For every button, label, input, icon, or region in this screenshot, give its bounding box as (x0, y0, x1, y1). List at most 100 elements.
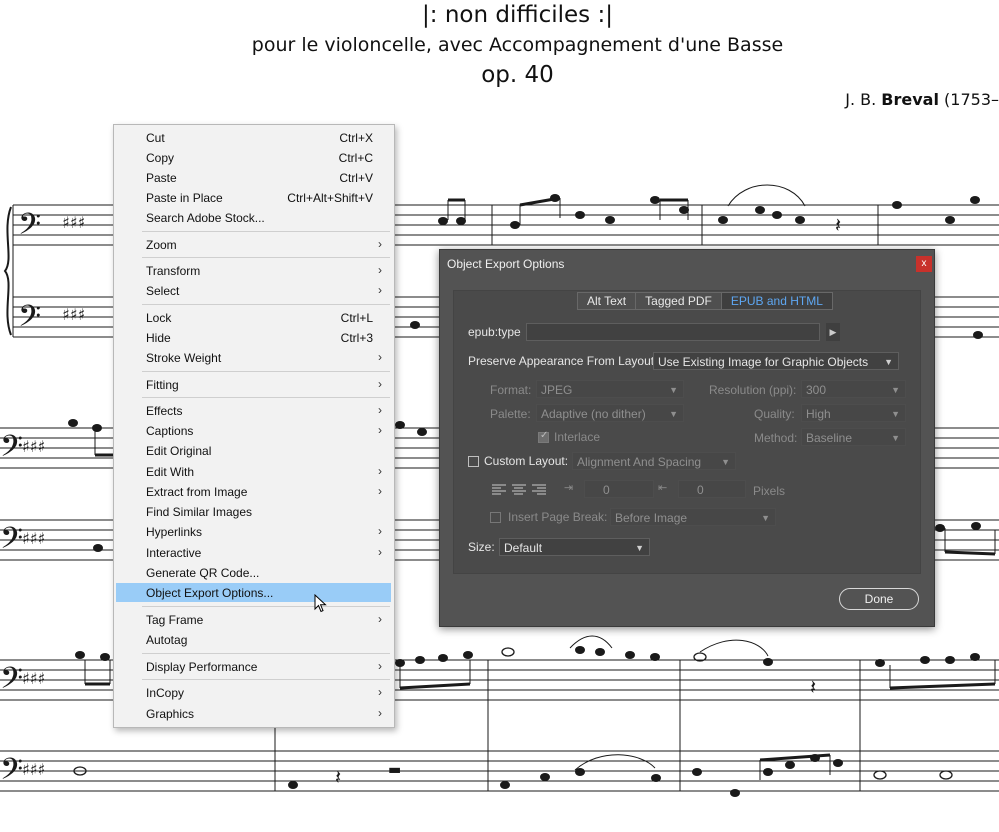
size-select[interactable]: Default ▼ (499, 538, 650, 556)
preserve-appearance-label: Preserve Appearance From Layout: (468, 354, 658, 368)
shortcut-label: Ctrl+V (339, 171, 373, 185)
done-button[interactable]: Done (839, 588, 919, 610)
palette-select[interactable]: Adaptive (no dither) ▼ (536, 404, 684, 422)
page-break-select[interactable]: Before Image ▼ (610, 508, 776, 526)
svg-text:𝄢: 𝄢 (18, 208, 41, 249)
menu-item-hyperlinks[interactable]: Hyperlinks › (116, 522, 391, 541)
menu-item-object-export-options[interactable]: Object Export Options... (116, 583, 391, 602)
composer-initials: J. B. (845, 90, 877, 109)
menu-item-graphics[interactable]: Graphics › (116, 704, 391, 723)
size-label: Size: (468, 540, 495, 554)
svg-text:𝄢: 𝄢 (0, 753, 23, 794)
interlace-checkbox[interactable] (538, 430, 549, 443)
tab-alt-text[interactable]: Alt Text (577, 292, 637, 310)
svg-text:♯♯♯: ♯♯♯ (22, 669, 45, 688)
menu-item-generate-qr-code[interactable]: Generate QR Code... (116, 563, 391, 582)
chevron-down-icon: ▼ (669, 409, 678, 419)
dialog-panel: Alt Text Tagged PDF EPUB and HTML epub:t… (453, 290, 921, 574)
menu-item-copy[interactable]: Copy Ctrl+C (116, 148, 391, 167)
align-center-icon[interactable] (512, 484, 526, 496)
menu-item-transform[interactable]: Transform › (116, 261, 391, 280)
composer-name: Breval (881, 90, 939, 109)
menu-item-find-similar-images[interactable]: Find Similar Images (116, 502, 391, 521)
shortcut-label: Ctrl+Alt+Shift+V (287, 191, 373, 205)
menu-item-autotag[interactable]: Autotag (116, 630, 391, 649)
epub-type-input[interactable] (526, 323, 820, 341)
svg-text:♯♯♯: ♯♯♯ (22, 760, 45, 779)
chevron-right-icon: › (378, 524, 382, 538)
chevron-right-icon: › (378, 403, 382, 417)
svg-text:𝄢: 𝄢 (0, 662, 23, 703)
custom-layout-label: Custom Layout: (484, 454, 569, 468)
menu-item-lock[interactable]: Lock Ctrl+L (116, 308, 391, 327)
menu-item-edit-original[interactable]: Edit Original (116, 441, 391, 460)
svg-text:𝄢: 𝄢 (0, 522, 23, 563)
menu-item-stroke-weight[interactable]: Stroke Weight › (116, 348, 391, 367)
mouse-cursor-icon (314, 594, 327, 613)
shortcut-label: Ctrl+C (338, 151, 373, 165)
close-icon[interactable]: x (916, 256, 932, 272)
shortcut-label: Ctrl+L (340, 311, 373, 325)
align-left-icon[interactable] (492, 484, 506, 496)
chevron-right-icon: › (378, 423, 382, 437)
svg-text:𝄽: 𝄽 (335, 765, 341, 789)
chevron-down-icon: ▼ (761, 513, 770, 523)
custom-layout-checkbox[interactable] (468, 456, 479, 467)
chevron-right-icon: › (378, 350, 382, 364)
menu-separator (142, 371, 390, 372)
menu-separator (142, 653, 390, 654)
quality-label: Quality: (754, 407, 795, 421)
menu-item-hide[interactable]: Hide Ctrl+3 (116, 328, 391, 347)
menu-item-display-performance[interactable]: Display Performance › (116, 657, 391, 676)
play-arrow-icon[interactable]: ▶ (826, 323, 840, 341)
space-after-input[interactable]: 0 (678, 480, 746, 498)
score-subtitle: pour le violoncelle, avec Accompagnement… (251, 34, 784, 56)
chevron-right-icon: › (378, 484, 382, 498)
quality-select[interactable]: High ▼ (801, 404, 906, 422)
chevron-down-icon: ▼ (721, 457, 730, 467)
chevron-right-icon: › (378, 283, 382, 297)
tab-epub-and-html[interactable]: EPUB and HTML (720, 292, 833, 310)
menu-item-zoom[interactable]: Zoom › (116, 235, 391, 254)
align-right-icon[interactable] (532, 484, 546, 496)
preserve-appearance-select[interactable]: Use Existing Image for Graphic Objects ▼ (653, 352, 899, 370)
pixels-label: Pixels (753, 484, 786, 498)
format-select[interactable]: JPEG ▼ (536, 380, 684, 398)
space-after-icon: ⇤ (658, 482, 668, 494)
score-opus: op. 40 (481, 62, 554, 88)
chevron-right-icon: › (378, 545, 382, 559)
menu-item-select[interactable]: Select › (116, 281, 391, 300)
custom-layout-select[interactable]: Alignment And Spacing ▼ (572, 452, 736, 470)
svg-text:♯♯♯: ♯♯♯ (22, 529, 45, 548)
menu-item-paste-in-place[interactable]: Paste in Place Ctrl+Alt+Shift+V (116, 188, 391, 207)
menu-item-extract-from-image[interactable]: Extract from Image › (116, 482, 391, 501)
menu-item-edit-with[interactable]: Edit With › (116, 462, 391, 481)
chevron-right-icon: › (378, 612, 382, 626)
menu-item-tag-frame[interactable]: Tag Frame › (116, 610, 391, 629)
shortcut-label: Ctrl+X (339, 131, 373, 145)
interlace-label: Interlace (554, 430, 601, 444)
menu-item-incopy[interactable]: InCopy › (116, 683, 391, 702)
svg-text:♯♯♯: ♯♯♯ (62, 213, 85, 232)
menu-item-captions[interactable]: Captions › (116, 421, 391, 440)
object-export-options-dialog: Object Export Options x Alt Text Tagged … (439, 249, 935, 627)
menu-item-cut[interactable]: Cut Ctrl+X (116, 128, 391, 147)
menu-separator (142, 679, 390, 680)
dialog-title: Object Export Options (447, 257, 565, 271)
space-before-input[interactable]: 0 (584, 480, 654, 498)
menu-item-search-adobe-stock[interactable]: Search Adobe Stock... (116, 208, 391, 227)
chevron-down-icon: ▼ (669, 385, 678, 395)
menu-item-interactive[interactable]: Interactive › (116, 543, 391, 562)
space-before-icon: ⇥ (564, 482, 574, 494)
tab-tagged-pdf[interactable]: Tagged PDF (635, 292, 722, 310)
method-select[interactable]: Baseline ▼ (801, 428, 906, 446)
insert-page-break-checkbox[interactable] (490, 512, 501, 523)
chevron-right-icon: › (378, 659, 382, 673)
chevron-right-icon: › (378, 237, 382, 251)
menu-separator (142, 231, 390, 232)
menu-item-paste[interactable]: Paste Ctrl+V (116, 168, 391, 187)
menu-item-fitting[interactable]: Fitting › (116, 375, 391, 394)
palette-label: Palette: (490, 407, 531, 421)
resolution-select[interactable]: 300 ▼ (801, 380, 906, 398)
menu-item-effects[interactable]: Effects › (116, 401, 391, 420)
